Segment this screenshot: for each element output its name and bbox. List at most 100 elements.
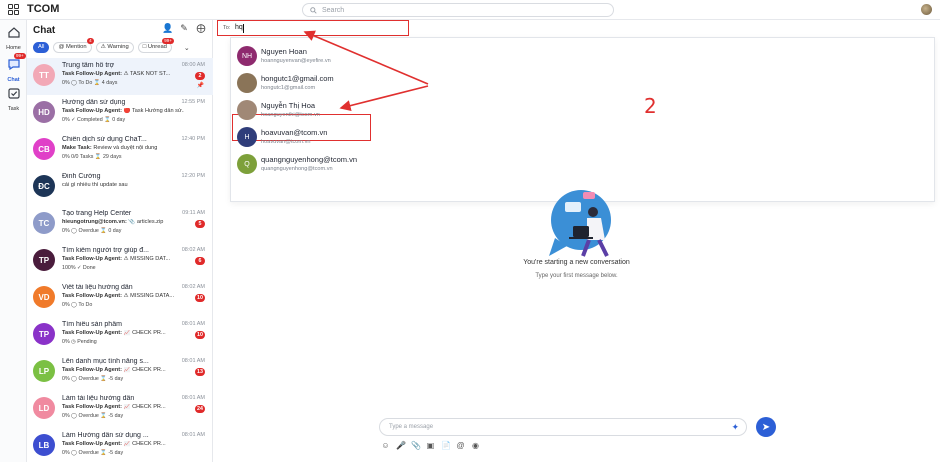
conversation-row[interactable]: LB Làm Hướng dẫn sử dụng ... 08:01 AM Task … [27,428,213,462]
preview-text: 🔴 Task Hướng dẫn sử... [123,108,184,114]
conversation-preview: Task Follow-Up Agent: 📈 CHECK PR... [62,330,184,336]
conversation-row[interactable]: CB Chiến dịch sử dụng ChaT... 12:40 PM Make… [27,132,213,169]
conversation-status: 0% ◯ To Do ⌛ 4 days [62,80,118,86]
conversation-time: 08:01 AM [181,358,205,364]
conversation-row[interactable]: HD Hướng dẫn sử dụng 12:55 PM Task Follow-U… [27,95,213,132]
sticker-icon[interactable]: ◉ [471,441,480,450]
preview-sender: Task Follow-Up Agent: [62,441,122,447]
conversation-status: 0% ◯ To Do [62,302,93,308]
preview-text: 📈 CHECK PR... [123,404,166,410]
recipient-row: To: hq [213,20,940,36]
mention-badge: 4 [87,38,94,44]
microphone-icon[interactable]: 🎤 [396,441,406,450]
attach-icon[interactable]: 📎 [411,441,421,450]
preview-text: cái gì nhiều thì update sau [62,182,128,188]
preview-text: Review và duyệt nội dung [93,145,158,151]
preview-sender: Task Follow-Up Agent: [62,293,122,299]
conversation-time: 08:01 AM [181,321,205,327]
filter-unread[interactable]: □ Unread 99+ [137,38,174,53]
conversation-row[interactable]: VD Viết tài liệu hướng dẫn 08:02 AM Task Fo… [27,280,213,317]
recipient-query[interactable]: hq [235,24,243,31]
message-input[interactable]: Type a message [389,424,433,430]
conversation-row[interactable]: LD Làm tài liệu hướng dẫn 08:01 AM Task Fol… [27,391,213,428]
filter-warning[interactable]: ⚠ Warning [95,42,134,53]
conversation-time: 12:40 PM [181,136,205,142]
filter-all[interactable]: All [33,42,50,53]
conversation-preview: Task Follow-Up Agent: 📈 CHECK PR... [62,441,184,447]
rail-item-home[interactable]: Home [0,25,27,51]
empty-state-illustration [549,190,611,257]
conversation-row[interactable]: TP Tìm kiếm người trợ giúp đ... 08:02 AM Ta… [27,243,213,280]
suggestion-avatar: H [237,127,257,147]
conversation-avatar: LP [33,360,55,382]
conversation-time: 08:01 AM [181,432,205,438]
rail-label-chat: Chat [7,77,20,83]
emoji-icon[interactable]: ☺ [381,441,390,450]
preview-sender: hieungotrung@tcom.vn: [62,219,127,225]
annotation-number: 2 [644,94,657,118]
unread-count-badge: 13 [195,368,205,376]
suggestion-item[interactable]: Hhoavuvan@tcom.vn hoavuvan@tcom.vn [231,123,936,150]
conversation-avatar: LB [33,434,55,456]
unread-count-badge: 24 [195,405,205,413]
home-icon [7,27,20,38]
recipient-input[interactable]: To: hq [217,20,409,36]
conversation-status: 100% ✓ Done [62,265,96,271]
conversation-avatar: CB [33,138,55,160]
conversation-list: TT Trung tâm hỗ trợ 08:00 AM Task Follow-Up… [27,58,213,462]
conversation-row[interactable]: TC Tạo trang Help Center 09:11 AM hieungotr… [27,206,213,243]
send-button[interactable]: ➤ [756,417,776,437]
rail-item-task[interactable]: Task [0,86,27,112]
conversation-avatar: TP [33,249,55,271]
ai-sparkle-icon[interactable]: ✦ [731,422,739,433]
chevron-down-icon[interactable]: ⌄ [184,44,190,52]
empty-state-title: You're starting a new conversation [523,259,630,266]
filter-mention[interactable]: @ Mention 4 [53,38,94,53]
unread-count-badge: 5 [195,220,205,228]
send-icon: ➤ [761,421,771,433]
conversation-row[interactable]: ĐC Đinh Cường 12:20 PM cái gì nhiều thì up… [27,169,213,206]
conversation-status: 0% ✓ Completed ⌛ 0 day [62,117,126,123]
suggestion-avatar: NH [237,46,257,66]
rail-item-chat[interactable]: 99+ Chat [0,53,27,83]
suggestion-item[interactable]: Nguyễn Thị Hoa hoanguyenthi@tcom.vn [231,96,936,123]
preview-text: 📈 CHECK PR... [123,330,166,336]
conversation-title: Đinh Cường [62,173,101,180]
conversation-preview: Task Follow-Up Agent: ⚠ TASK NOT ST... [62,71,184,77]
mention-icon[interactable]: @ [456,441,465,450]
message-composer[interactable]: Type a message ✦ [379,418,747,436]
preview-text: 📈 CHECK PR... [123,441,166,447]
suggestion-email: quangnguyenhong@tcom.vn [261,166,333,172]
conversation-avatar: TC [33,212,55,234]
image-icon[interactable]: ▣ [426,441,435,450]
preview-sender: Task Follow-Up Agent: [62,108,122,114]
conversation-status: 0% ◯ Overdue ⌛ -5 day [62,413,124,419]
suggestion-item[interactable]: NH Nguyen Hoan hoannguyenvan@eyefire.vn [231,42,936,69]
suggestion-email: hoannguyenvan@eyefire.vn [261,58,331,64]
conversation-row[interactable]: TP Tìm hiểu sản phẩm 08:01 AM Task Follow-U… [27,317,213,354]
conversation-time: 08:00 AM [181,62,205,68]
suggestion-item[interactable]: hongutc1@gmail.com hongutc1@gmail.com [231,69,936,96]
suggestion-item[interactable]: Qquangnguyenhong@tcom.vn quangnguyenhong@… [231,150,936,177]
search-input[interactable]: Search [322,7,344,14]
pin-icon[interactable]: 📌 [197,82,204,89]
suggestion-name: hongutc1@gmail.com [261,74,334,83]
conversation-avatar: ĐC [33,175,55,197]
conversation-title: Tạo trang Help Center [62,210,132,217]
suggestion-avatar [237,73,257,93]
new-group-icon[interactable]: ⨁ [196,23,206,33]
rail-label-home: Home [6,45,21,51]
add-contact-icon[interactable]: 👤 [162,23,173,33]
conversation-title: Trung tâm hỗ trợ [62,62,115,69]
preview-sender: Task Follow-Up Agent: [62,71,122,77]
new-chat-icon[interactable]: ✎ [179,23,189,33]
unread-count-badge: 2 [195,72,205,80]
app-grid-icon[interactable] [8,4,19,15]
file-icon[interactable]: 📄 [441,441,451,450]
conversation-row[interactable]: LP Lên danh mục tính năng s... 08:01 AM Tas… [27,354,213,391]
filter-bar: All @ Mention 4 ⚠ Warning □ Unread 99+ ⌄ [33,38,190,53]
conversation-row[interactable]: TT Trung tâm hỗ trợ 08:00 AM Task Follow-Up… [27,58,213,95]
app-brand: TCOM [27,3,60,15]
global-search[interactable]: Search [302,3,614,17]
user-avatar[interactable] [921,4,932,15]
